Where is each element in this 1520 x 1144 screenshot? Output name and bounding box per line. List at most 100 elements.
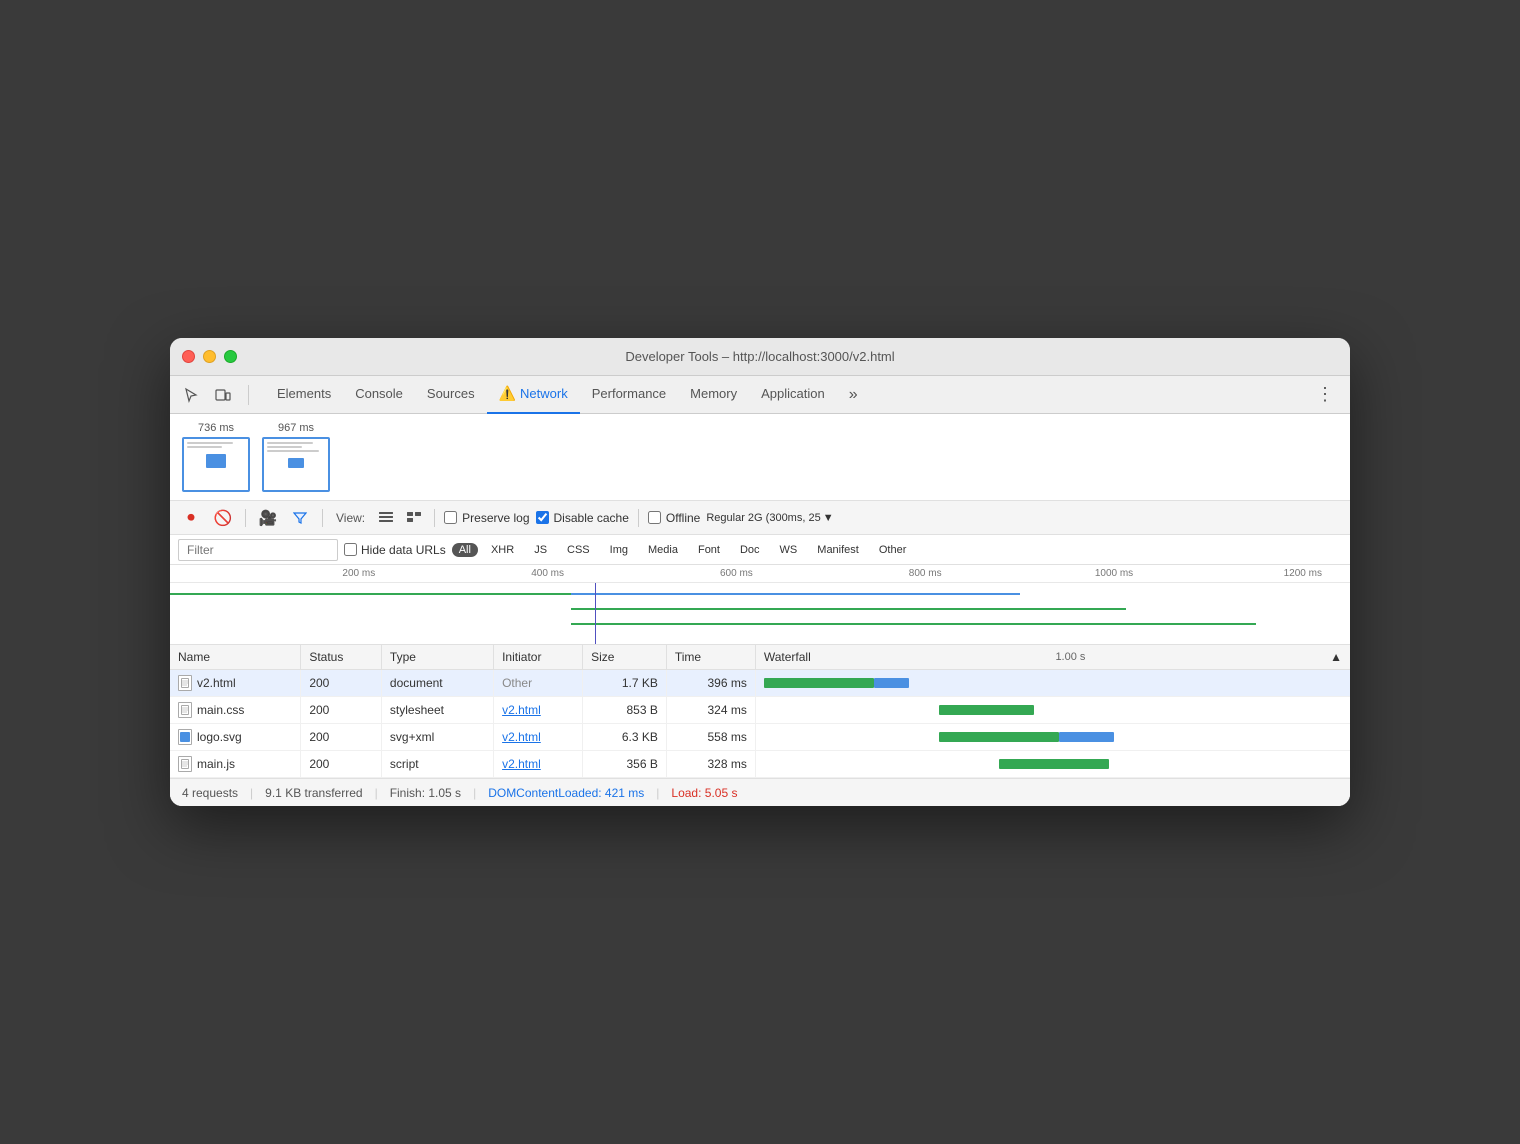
waterfall-green-bar	[939, 705, 1034, 715]
table-header-row: Name Status Type Initiator Size Time Wat…	[170, 645, 1350, 670]
select-element-icon[interactable]	[178, 382, 204, 408]
waterfall-cell	[755, 670, 1350, 697]
hide-data-urls-label[interactable]: Hide data URLs	[344, 543, 446, 557]
screenshot-thumb-2[interactable]	[262, 437, 330, 492]
waterfall-blue-bar	[874, 678, 909, 688]
hide-data-urls-checkbox[interactable]	[344, 543, 357, 556]
filter-button[interactable]	[287, 505, 313, 531]
initiator-cell[interactable]: v2.html	[494, 724, 583, 751]
screenshot-1[interactable]: 736 ms	[182, 422, 250, 492]
tab-memory[interactable]: Memory	[678, 376, 749, 414]
fullscreen-button[interactable]	[224, 350, 237, 363]
disable-cache-label[interactable]: Disable cache	[536, 511, 629, 525]
transferred-size: 9.1 KB transferred	[265, 786, 362, 800]
tab-elements[interactable]: Elements	[265, 376, 343, 414]
offline-label[interactable]: Offline	[648, 511, 700, 525]
load-time: Load: 5.05 s	[671, 786, 737, 800]
filter-input[interactable]	[178, 539, 338, 561]
dom-content-loaded[interactable]: DOMContentLoaded: 421 ms	[488, 786, 644, 800]
filter-type-img[interactable]: Img	[603, 543, 635, 557]
timeline-content	[170, 583, 1350, 644]
file-name: v2.html	[197, 676, 236, 690]
status-cell: 200	[301, 724, 382, 751]
file-icon	[178, 756, 192, 772]
requests-count: 4 requests	[182, 786, 238, 800]
file-icon	[178, 675, 192, 691]
file-icon	[178, 729, 192, 745]
table-row[interactable]: logo.svg 200svg+xmlv2.html6.3 KB558 ms	[170, 724, 1350, 751]
ruler-mark-800: 800 ms	[909, 568, 942, 579]
device-toggle-icon[interactable]	[210, 382, 236, 408]
initiator-cell[interactable]: v2.html	[494, 751, 583, 778]
offline-checkbox[interactable]	[648, 511, 661, 524]
camera-button[interactable]: 🎥	[255, 505, 281, 531]
record-button[interactable]: ⏺	[178, 505, 204, 531]
filter-type-ws[interactable]: WS	[773, 543, 805, 557]
th-name: Name	[170, 645, 301, 670]
th-time: Time	[666, 645, 755, 670]
status-cell: 200	[301, 670, 382, 697]
filter-type-manifest[interactable]: Manifest	[810, 543, 866, 557]
window-title: Developer Tools – http://localhost:3000/…	[625, 349, 894, 364]
size-cell: 6.3 KB	[583, 724, 667, 751]
minimize-button[interactable]	[203, 350, 216, 363]
disable-cache-checkbox[interactable]	[536, 511, 549, 524]
ruler-mark-1200: 1200 ms	[1284, 568, 1322, 579]
waterfall-green-bar	[764, 678, 874, 688]
type-cell: document	[381, 670, 493, 697]
clear-button[interactable]: 🚫	[210, 505, 236, 531]
network-table[interactable]: Name Status Type Initiator Size Time Wat…	[170, 645, 1350, 778]
timeline-cursor	[595, 583, 596, 644]
screenshot-2[interactable]: 967 ms	[262, 422, 330, 492]
toolbar-divider-4	[638, 509, 639, 527]
filter-type-css[interactable]: CSS	[560, 543, 597, 557]
table-row[interactable]: v2.html200documentOther1.7 KB396 ms	[170, 670, 1350, 697]
table-row[interactable]: main.css200stylesheetv2.html853 B324 ms	[170, 697, 1350, 724]
toolbar-divider-2	[322, 509, 323, 527]
filter-type-doc[interactable]: Doc	[733, 543, 767, 557]
filter-type-font[interactable]: Font	[691, 543, 727, 557]
devtools-icons	[178, 382, 255, 408]
screenshot-thumb-1[interactable]	[182, 437, 250, 492]
file-name: logo.svg	[197, 730, 242, 744]
th-initiator: Initiator	[494, 645, 583, 670]
tab-application[interactable]: Application	[749, 376, 837, 414]
waterfall-blue-bar	[1059, 732, 1114, 742]
tab-sources[interactable]: Sources	[415, 376, 487, 414]
status-bar: 4 requests | 9.1 KB transferred | Finish…	[170, 778, 1350, 806]
time-cell: 328 ms	[666, 751, 755, 778]
ruler-mark-1000: 1000 ms	[1095, 568, 1133, 579]
timeline-blue-line	[571, 593, 1019, 595]
finish-time: Finish: 1.05 s	[390, 786, 461, 800]
table-row[interactable]: main.js200scriptv2.html356 B328 ms	[170, 751, 1350, 778]
throttle-select[interactable]: Regular 2G (300ms, 25 ▼	[706, 512, 833, 524]
filter-type-js[interactable]: JS	[527, 543, 554, 557]
timeline-area[interactable]: 200 ms 400 ms 600 ms 800 ms 1000 ms 1200…	[170, 565, 1350, 645]
time-cell: 558 ms	[666, 724, 755, 751]
preserve-log-checkbox[interactable]	[444, 511, 457, 524]
filter-type-other[interactable]: Other	[872, 543, 914, 557]
list-view-button[interactable]	[375, 507, 397, 529]
initiator-cell: Other	[494, 670, 583, 697]
filter-type-all[interactable]: All	[452, 543, 478, 557]
tab-network[interactable]: ⚠️ Network	[487, 376, 580, 414]
preserve-log-label[interactable]: Preserve log	[444, 511, 529, 525]
tabs-bar: Elements Console Sources ⚠️ Network Perf…	[170, 376, 1350, 414]
type-cell: svg+xml	[381, 724, 493, 751]
initiator-cell[interactable]: v2.html	[494, 697, 583, 724]
ruler-mark-400: 400 ms	[531, 568, 564, 579]
th-size: Size	[583, 645, 667, 670]
time-cell: 396 ms	[666, 670, 755, 697]
ruler-mark-200: 200 ms	[342, 568, 375, 579]
tab-performance[interactable]: Performance	[580, 376, 678, 414]
file-name: main.js	[197, 757, 235, 771]
group-view-button[interactable]	[403, 507, 425, 529]
close-button[interactable]	[182, 350, 195, 363]
tab-console[interactable]: Console	[343, 376, 415, 414]
more-tabs-button[interactable]: »	[841, 382, 866, 408]
filter-type-xhr[interactable]: XHR	[484, 543, 521, 557]
filter-type-media[interactable]: Media	[641, 543, 685, 557]
th-type: Type	[381, 645, 493, 670]
devtools-menu-button[interactable]: ⋮	[1308, 380, 1342, 409]
status-cell: 200	[301, 697, 382, 724]
